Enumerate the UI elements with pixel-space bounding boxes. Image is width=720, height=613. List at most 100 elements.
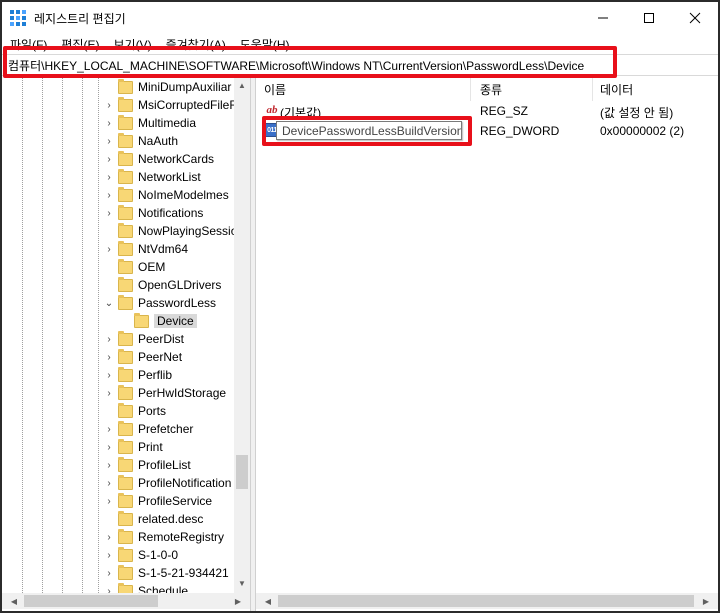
- tree-item[interactable]: › Multimedia: [2, 114, 234, 132]
- menu-edit[interactable]: 편집(E): [61, 36, 99, 53]
- column-data[interactable]: 데이터: [600, 81, 633, 98]
- expand-icon[interactable]: ›: [104, 154, 114, 165]
- value-list[interactable]: 이름 종류 데이터 ab (기본값) REG_SZ (값 설정 안 됨) 011…: [256, 77, 718, 597]
- scroll-thumb[interactable]: [24, 595, 158, 607]
- tree-item[interactable]: › PerHwIdStorage: [2, 384, 234, 402]
- tree-item[interactable]: › Perflib: [2, 366, 234, 384]
- address-bar[interactable]: 컴퓨터\HKEY_LOCAL_MACHINE\SOFTWARE\Microsof…: [2, 54, 718, 76]
- scroll-right-icon[interactable]: ▶: [698, 593, 714, 609]
- folder-icon: [118, 421, 133, 436]
- folder-icon: [118, 187, 133, 202]
- expand-icon[interactable]: ›: [104, 496, 114, 507]
- tree-item-label: PeerNet: [138, 350, 183, 364]
- expand-icon[interactable]: ›: [104, 532, 114, 543]
- tree-vertical-scrollbar[interactable]: ▲ ▼: [234, 77, 250, 597]
- tree-item[interactable]: › ProfileList: [2, 456, 234, 474]
- expand-icon[interactable]: ›: [104, 118, 114, 129]
- expand-icon[interactable]: ›: [104, 568, 114, 579]
- tree-horizontal-scrollbar[interactable]: ◀ ▶: [2, 593, 250, 609]
- close-button[interactable]: [672, 2, 718, 34]
- expand-icon[interactable]: ›: [104, 190, 114, 201]
- folder-icon: [118, 241, 133, 256]
- expand-icon[interactable]: ›: [104, 370, 114, 381]
- tree-item[interactable]: NowPlayingSessio: [2, 222, 238, 240]
- tree-item-label: ProfileNotification: [138, 476, 232, 490]
- tree-item[interactable]: › NetworkList: [2, 168, 234, 186]
- menu-favorites[interactable]: 즐겨찾기(A): [166, 36, 226, 53]
- scroll-up-icon[interactable]: ▲: [234, 77, 250, 93]
- menu-view[interactable]: 보기(V): [113, 36, 151, 53]
- menu-file[interactable]: 파일(F): [10, 36, 47, 53]
- tree-item-label: Multimedia: [138, 116, 197, 130]
- expand-icon[interactable]: ›: [104, 460, 114, 471]
- expand-icon[interactable]: ›: [104, 550, 114, 561]
- rename-input[interactable]: DevicePasswordLessBuildVersion: [276, 121, 462, 140]
- minimize-icon: [598, 17, 608, 19]
- tree-item[interactable]: › NaAuth: [2, 132, 234, 150]
- tree-item[interactable]: › RemoteRegistry: [2, 528, 234, 546]
- folder-icon: [118, 403, 133, 418]
- tree-item-label: NowPlayingSessio: [138, 224, 238, 238]
- menu-help[interactable]: 도움말(H): [240, 36, 290, 53]
- tree-item[interactable]: › Notifications: [2, 204, 234, 222]
- scroll-left-icon[interactable]: ◀: [260, 593, 276, 609]
- tree-item-label: Device: [154, 314, 197, 328]
- expand-icon[interactable]: ›: [104, 442, 114, 453]
- scroll-thumb[interactable]: [278, 595, 694, 607]
- tree-item[interactable]: › S-1-0-0: [2, 546, 234, 564]
- scroll-thumb[interactable]: [236, 455, 248, 489]
- list-header: 이름 종류 데이터: [256, 77, 718, 101]
- tree-item-label: NetworkList: [138, 170, 201, 184]
- list-row[interactable]: 011 DevicePasswordLessBuildVersion REG_D…: [256, 121, 718, 141]
- expand-icon[interactable]: ›: [104, 424, 114, 435]
- tree-item[interactable]: › S-1-5-21-934421: [2, 564, 234, 582]
- tree-item[interactable]: › ProfileService: [2, 492, 234, 510]
- tree-item-label: Notifications: [138, 206, 204, 220]
- tree-item[interactable]: Device: [2, 312, 234, 330]
- expand-icon[interactable]: ›: [104, 172, 114, 183]
- tree-item[interactable]: › PeerNet: [2, 348, 234, 366]
- address-path[interactable]: 컴퓨터\HKEY_LOCAL_MACHINE\SOFTWARE\Microsof…: [8, 57, 584, 74]
- maximize-icon: [644, 13, 654, 23]
- tree-item[interactable]: OEM: [2, 258, 234, 276]
- tree-item[interactable]: MiniDumpAuxiliar: [2, 78, 234, 96]
- expand-icon[interactable]: ›: [104, 100, 114, 111]
- tree-item-label: NtVdm64: [138, 242, 189, 256]
- key-tree[interactable]: MiniDumpAuxiliar › MsiCorruptedFileR › Multi…: [2, 77, 250, 597]
- tree-item[interactable]: › NoImeModelmes: [2, 186, 234, 204]
- tree-item-label: S-1-0-0: [138, 548, 179, 562]
- value-type: REG_DWORD: [480, 124, 560, 138]
- tree-item[interactable]: › ProfileNotification: [2, 474, 234, 492]
- maximize-button[interactable]: [626, 2, 672, 34]
- expand-icon[interactable]: ›: [104, 334, 114, 345]
- expand-icon[interactable]: ›: [104, 136, 114, 147]
- tree-item[interactable]: › MsiCorruptedFileR: [2, 96, 238, 114]
- expand-icon[interactable]: ›: [104, 244, 114, 255]
- expand-icon[interactable]: ›: [104, 478, 114, 489]
- collapse-icon[interactable]: ⌄: [104, 298, 114, 309]
- tree-item[interactable]: › Print: [2, 438, 234, 456]
- folder-icon: [118, 169, 133, 184]
- folder-icon: [118, 97, 133, 112]
- column-type[interactable]: 종류: [480, 81, 502, 98]
- tree-item[interactable]: › Prefetcher: [2, 420, 234, 438]
- folder-icon: [118, 367, 133, 382]
- expand-icon[interactable]: ›: [104, 208, 114, 219]
- tree-item[interactable]: › NetworkCards: [2, 150, 234, 168]
- tree-item[interactable]: ⌄ PasswordLess: [2, 294, 234, 312]
- scroll-left-icon[interactable]: ◀: [6, 593, 22, 609]
- scroll-down-icon[interactable]: ▼: [234, 575, 250, 591]
- tree-item[interactable]: › PeerDist: [2, 330, 234, 348]
- expand-icon[interactable]: ›: [104, 352, 114, 363]
- folder-icon: [118, 151, 133, 166]
- tree-item[interactable]: Ports: [2, 402, 234, 420]
- list-row[interactable]: ab (기본값) REG_SZ (값 설정 안 됨): [256, 101, 718, 121]
- expand-icon[interactable]: ›: [104, 388, 114, 399]
- column-name[interactable]: 이름: [264, 81, 286, 98]
- tree-item[interactable]: related.desc: [2, 510, 234, 528]
- tree-item[interactable]: OpenGLDrivers: [2, 276, 234, 294]
- scroll-right-icon[interactable]: ▶: [230, 593, 246, 609]
- tree-item[interactable]: › NtVdm64: [2, 240, 234, 258]
- minimize-button[interactable]: [580, 2, 626, 34]
- list-horizontal-scrollbar[interactable]: ◀ ▶: [256, 593, 718, 609]
